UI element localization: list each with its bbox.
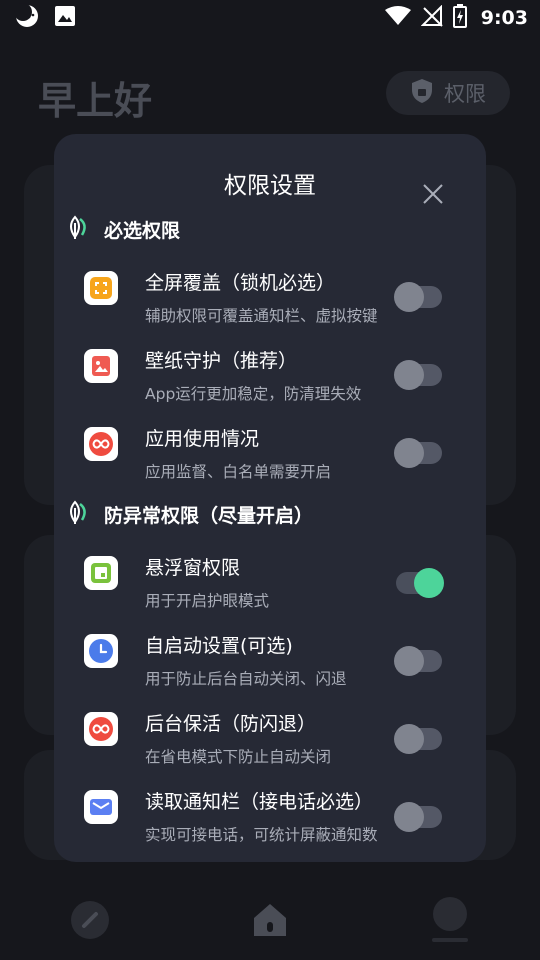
keep-alive-toggle[interactable] bbox=[394, 724, 442, 754]
section-heading-anti-abnormal: 防异常权限（尽量开启） bbox=[66, 498, 313, 531]
toggle-knob bbox=[394, 646, 424, 676]
fullscreen-toggle[interactable] bbox=[394, 282, 442, 312]
floating-window-toggle[interactable] bbox=[396, 568, 444, 598]
infinity-icon bbox=[84, 427, 118, 461]
wallpaper-icon bbox=[84, 349, 118, 383]
item-desc: App运行更加稳定，防清理失效 bbox=[145, 385, 362, 403]
item-title: 后台保活（防闪退） bbox=[145, 713, 317, 735]
toggle-knob bbox=[414, 568, 444, 598]
toggle-knob bbox=[394, 282, 424, 312]
item-desc: 在省电模式下防止自动关闭 bbox=[145, 748, 332, 766]
infinity-icon bbox=[84, 712, 118, 746]
item-desc: 实现可接电话，可统计屏蔽通知数 bbox=[145, 826, 378, 844]
toggle-knob bbox=[394, 360, 424, 390]
section-heading-required: 必选权限 bbox=[66, 213, 180, 246]
toggle-knob bbox=[394, 724, 424, 754]
dialog-title: 权限设置 bbox=[224, 173, 316, 199]
leaf-icon bbox=[66, 213, 92, 246]
section-heading-label: 防异常权限（尽量开启） bbox=[104, 505, 314, 527]
item-desc: 辅助权限可覆盖通知栏、虚拟按键 bbox=[145, 307, 378, 325]
item-title: 全屏覆盖（锁机必选） bbox=[145, 272, 336, 294]
permission-chip-label: 权限 bbox=[444, 82, 486, 106]
floating-window-icon bbox=[84, 556, 118, 590]
home-icon[interactable] bbox=[240, 890, 300, 950]
shield-icon bbox=[410, 78, 434, 109]
permission-chip-button[interactable]: 权限 bbox=[386, 71, 510, 115]
item-title: 壁纸守护（推荐） bbox=[145, 350, 298, 372]
wallpaper-toggle[interactable] bbox=[394, 360, 442, 390]
clock-icon bbox=[84, 634, 118, 668]
item-desc: 用于防止后台自动关闭、闪退 bbox=[145, 670, 347, 688]
bottom-nav bbox=[0, 880, 540, 960]
item-desc: 应用监督、白名单需要开启 bbox=[145, 463, 332, 481]
read-notification-toggle[interactable] bbox=[394, 802, 442, 832]
close-icon[interactable] bbox=[420, 181, 446, 207]
auto-start-toggle[interactable] bbox=[394, 646, 442, 676]
toggle-knob bbox=[394, 438, 424, 468]
profile-icon[interactable] bbox=[420, 890, 480, 950]
pencil-icon[interactable] bbox=[60, 890, 120, 950]
leaf-icon bbox=[66, 498, 92, 531]
mail-icon bbox=[84, 790, 118, 824]
greeting-title: 早上好 bbox=[38, 79, 153, 123]
section-heading-label: 必选权限 bbox=[104, 220, 181, 242]
item-title: 自启动设置(可选) bbox=[145, 635, 293, 657]
fullscreen-icon bbox=[84, 271, 118, 305]
item-title: 悬浮窗权限 bbox=[145, 557, 241, 579]
item-title: 读取通知栏（接电话必选） bbox=[145, 791, 374, 813]
toggle-knob bbox=[394, 802, 424, 832]
item-title: 应用使用情况 bbox=[145, 428, 260, 450]
usage-stats-toggle[interactable] bbox=[394, 438, 442, 468]
item-desc: 用于开启护眼模式 bbox=[145, 592, 270, 610]
